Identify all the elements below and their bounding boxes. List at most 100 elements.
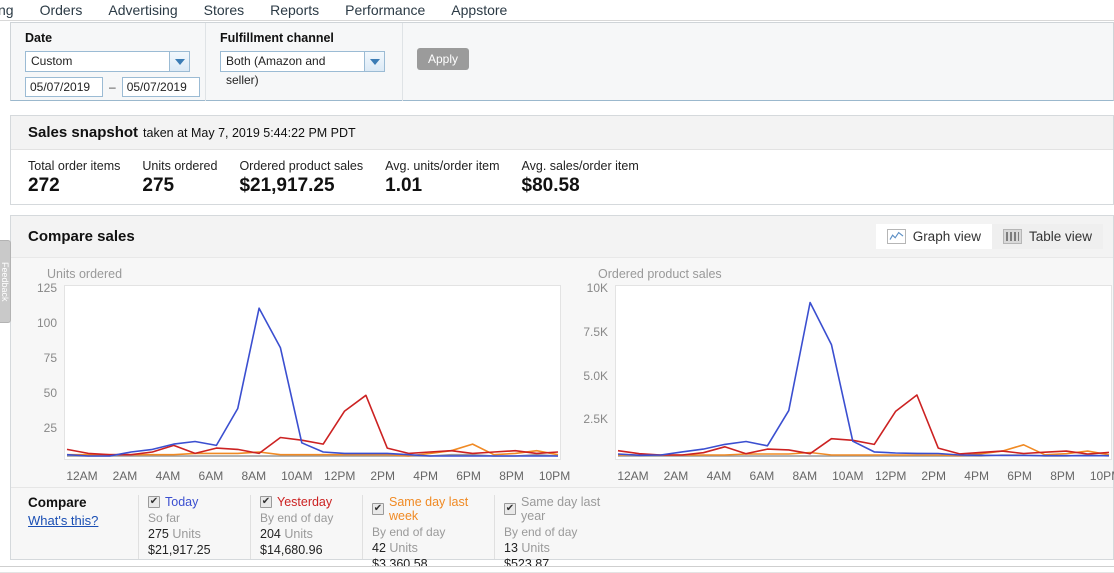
metric-label: Avg. sales/order item xyxy=(521,159,639,173)
x-axis-tick-label: 8PM xyxy=(1050,469,1075,483)
metric-total-order-items: Total order items 272 xyxy=(28,159,120,197)
legend-series-period: By end of day xyxy=(260,511,334,525)
legend-series-units: 42 Units xyxy=(372,541,490,555)
date-filter-label: Date xyxy=(25,31,53,45)
checkbox-icon[interactable]: ✔ xyxy=(260,496,272,508)
fulfillment-channel-select[interactable]: Both (Amazon and seller) xyxy=(220,51,385,87)
filter-bar: Date Custom – Fulfillment channel Both (… xyxy=(10,22,1114,101)
legend-item-yesterday[interactable]: ✔ Yesterday By end of day 204 Units $14,… xyxy=(250,495,362,559)
chart-units-ordered: Units ordered 25 50 75 100 125 12AM 2AM 4AM 6AM… xyxy=(11,267,570,487)
checkbox-icon[interactable]: ✔ xyxy=(372,503,384,515)
checkbox-icon[interactable]: ✔ xyxy=(148,496,160,508)
y-axis-tick-label: 75 xyxy=(43,351,57,365)
nav-item-appstore[interactable]: Appstore xyxy=(438,0,520,20)
view-toggle: Graph view Table view xyxy=(875,224,1103,249)
sales-snapshot-panel: Sales snapshot taken at May 7, 2019 5:44… xyxy=(10,115,1114,205)
nav-item-performance[interactable]: Performance xyxy=(332,0,438,20)
legend-units-value: 42 xyxy=(372,541,386,555)
y-axis-tick-label: 125 xyxy=(36,281,57,295)
apply-group: Apply xyxy=(403,23,481,101)
nav-item-stores[interactable]: Stores xyxy=(191,0,257,20)
nav-item-pricing[interactable]: ng xyxy=(0,0,27,20)
compare-sales-title: Compare sales xyxy=(28,228,135,245)
apply-button[interactable]: Apply xyxy=(417,48,470,70)
date-filter-group: Date Custom – xyxy=(11,23,206,101)
metric-value: 275 xyxy=(142,175,175,196)
date-range-select-value[interactable]: Custom xyxy=(25,51,170,72)
compare-legend-header: Compare What's this? xyxy=(28,495,138,559)
x-axis-tick-label: 4AM xyxy=(155,469,181,483)
feedback-tab[interactable]: Feedback xyxy=(0,240,11,323)
checkbox-icon[interactable]: ✔ xyxy=(504,503,516,515)
legend-series-name: Yesterday xyxy=(277,495,333,509)
x-axis-tick-label: 12AM xyxy=(617,469,649,483)
date-from-input[interactable] xyxy=(25,77,103,97)
legend-series-units: 204 Units xyxy=(260,527,358,541)
plot-area xyxy=(615,285,1112,460)
sales-snapshot-header: Sales snapshot taken at May 7, 2019 5:44… xyxy=(11,116,1113,150)
whats-this-link[interactable]: What's this? xyxy=(28,513,138,528)
table-view-button[interactable]: Table view xyxy=(991,224,1103,249)
legend-item-today[interactable]: ✔ Today So far 275 Units $21,917.25 xyxy=(138,495,250,559)
graph-view-label: Graph view xyxy=(912,229,981,244)
y-axis-tick-label: 50 xyxy=(43,386,57,400)
plot-wrap: 2.5K 5.0K 7.5K 10K xyxy=(562,281,1113,465)
legend-item-same-day-last-week[interactable]: ✔ Same day last week By end of day 42 Un… xyxy=(362,495,494,571)
legend-series-amount: $14,680.96 xyxy=(260,543,323,557)
x-axis-tick-label: 4AM xyxy=(706,469,732,483)
chevron-down-icon[interactable] xyxy=(365,51,385,72)
metric-avg-units-per-order-item: Avg. units/order item 1.01 xyxy=(385,159,499,197)
x-axis-tick-label: 8AM xyxy=(792,469,818,483)
legend-item-same-day-last-year[interactable]: ✔ Same day last year By end of day 13 Un… xyxy=(494,495,626,571)
x-axis-tick-label: 2AM xyxy=(663,469,689,483)
legend-units-word: Units xyxy=(521,541,550,555)
nav-item-reports[interactable]: Reports xyxy=(257,0,332,20)
plot-wrap: 25 50 75 100 125 xyxy=(11,281,562,465)
legend-series-amount: $21,917.25 xyxy=(148,543,211,557)
x-axis-tick-label: 12AM xyxy=(66,469,98,483)
metric-value: $80.58 xyxy=(521,175,580,196)
metric-label: Avg. units/order item xyxy=(385,159,500,173)
date-to-input[interactable] xyxy=(121,77,200,97)
compare-sales-panel: Compare sales Graph view Table view Unit… xyxy=(10,215,1114,571)
y-axis-tick-label: 2.5K xyxy=(583,412,608,427)
x-axis-tick-label: 10AM xyxy=(832,469,864,483)
plot-area xyxy=(64,285,561,460)
x-axis-tick-label: 2PM xyxy=(921,469,947,483)
x-axis-tick-label: 12PM xyxy=(875,469,907,483)
charts-container: Units ordered 25 50 75 100 125 12AM 2AM 4AM 6AM… xyxy=(11,258,1114,487)
legend-series-name: Same day last week xyxy=(389,495,469,523)
date-range-separator: – xyxy=(109,80,116,94)
date-range-select[interactable]: Custom xyxy=(25,51,190,72)
metric-label: Units ordered xyxy=(142,159,218,173)
line-chart-icon xyxy=(886,229,906,244)
chevron-down-icon[interactable] xyxy=(170,51,190,72)
y-axis-tick-label: 7.5K xyxy=(583,324,608,339)
x-axis-tick-label: 4PM xyxy=(964,469,989,483)
legend-series-period: By end of day xyxy=(372,525,446,539)
x-axis-tick-label: 12PM xyxy=(324,469,356,483)
x-axis-tick-label: 8AM xyxy=(241,469,267,483)
metric-label: Ordered product sales xyxy=(239,159,364,173)
legend-series-name: Today xyxy=(165,495,199,509)
metric-units-ordered: Units ordered 275 xyxy=(142,159,217,197)
x-axis-tick-label: 6PM xyxy=(456,469,481,483)
x-axis-tick-label: 4PM xyxy=(413,469,438,483)
compare-label: Compare xyxy=(28,495,87,510)
x-axis-tick-label: 10AM xyxy=(281,469,313,483)
x-axis-labels: 12AM2AM4AM6AM8AM10AM12PM2PM4PM6PM8PM10PM xyxy=(615,465,1114,487)
metric-avg-sales-per-order-item: Avg. sales/order item $80.58 xyxy=(522,159,639,197)
x-axis-tick-label: 2AM xyxy=(112,469,138,483)
legend-units-value: 204 xyxy=(260,527,281,541)
chart-ordered-product-sales: Ordered product sales 2.5K 5.0K 7.5K 10K 12… xyxy=(562,267,1114,487)
nav-item-advertising[interactable]: Advertising xyxy=(95,0,190,20)
table-icon xyxy=(1002,229,1022,244)
fulfillment-channel-select-value[interactable]: Both (Amazon and seller) xyxy=(220,51,365,87)
nav-item-orders[interactable]: Orders xyxy=(27,0,96,20)
x-axis-labels: 12AM2AM4AM6AM8AM10AM12PM2PM4PM6PM8PM10PM xyxy=(64,465,570,487)
legend-series-name: Same day last year xyxy=(521,495,601,523)
legend-units-value: 13 xyxy=(504,541,518,555)
metric-ordered-product-sales: Ordered product sales $21,917.25 xyxy=(239,159,363,197)
graph-view-button[interactable]: Graph view xyxy=(875,224,992,249)
legend-units-word: Units xyxy=(389,541,418,555)
